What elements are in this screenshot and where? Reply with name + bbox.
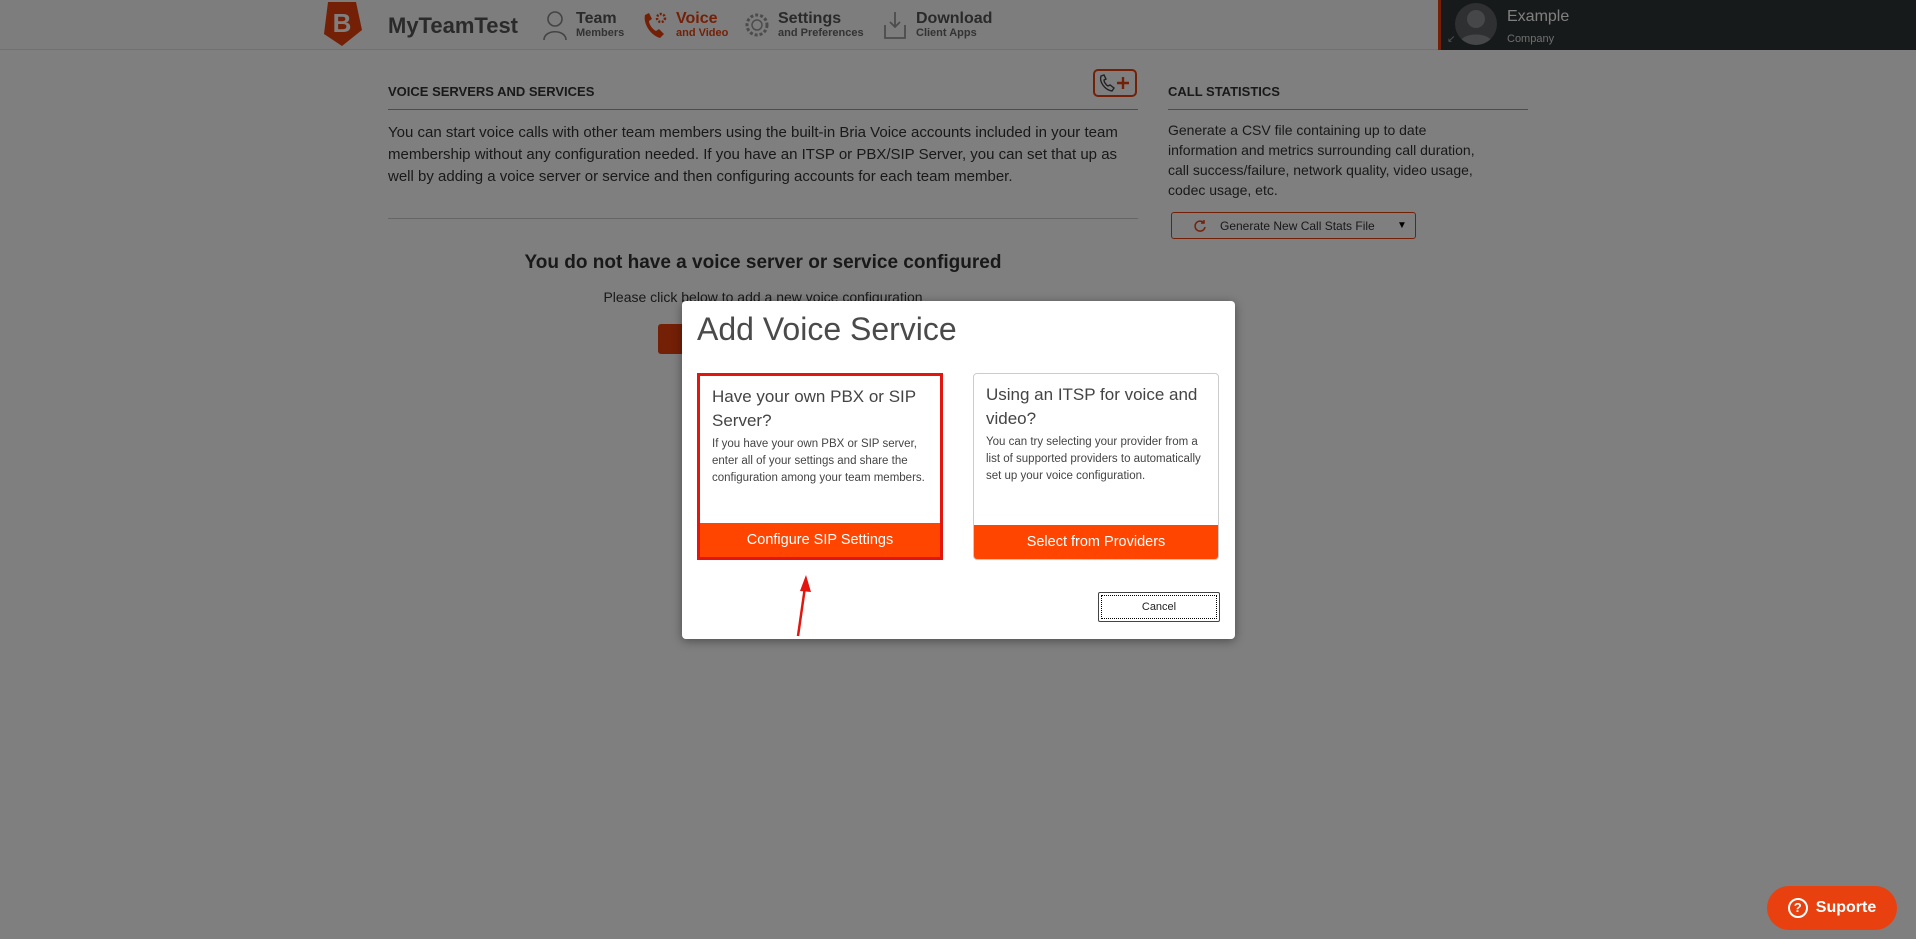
cancel-button[interactable]: Cancel xyxy=(1098,592,1220,622)
option-description: You can try selecting your provider from… xyxy=(986,436,1201,482)
select-from-providers-button[interactable]: Select from Providers xyxy=(974,525,1218,559)
option-description: If you have your own PBX or SIP server, … xyxy=(712,438,925,484)
support-button[interactable]: ? Suporte xyxy=(1767,886,1897,930)
configure-sip-settings-button[interactable]: Configure SIP Settings xyxy=(700,523,940,557)
option-card-pbx[interactable]: Have your own PBX or SIP Server? If you … xyxy=(697,373,943,560)
option-heading: Using an ITSP for voice and video? xyxy=(986,385,1198,428)
help-icon: ? xyxy=(1787,898,1808,918)
add-voice-service-dialog: Add Voice Service Have your own PBX or S… xyxy=(682,301,1235,639)
dialog-title: Add Voice Service xyxy=(697,311,957,347)
support-label: Suporte xyxy=(1815,899,1877,916)
option-heading: Have your own PBX or SIP Server? xyxy=(712,387,916,430)
option-card-itsp[interactable]: Using an ITSP for voice and video? You c… xyxy=(973,373,1219,560)
